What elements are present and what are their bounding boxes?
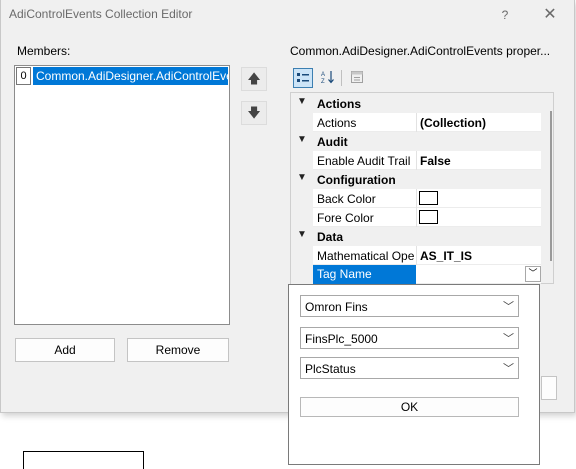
- ok-button[interactable]: OK: [300, 397, 519, 417]
- add-button[interactable]: Add: [15, 338, 115, 362]
- property-row-tag-name[interactable]: Tag Name ﹀: [291, 265, 541, 284]
- property-grid: ▼ Actions Actions (Collection) ▼ Audit E…: [290, 92, 554, 284]
- chevron-down-icon: ﹀: [503, 301, 514, 313]
- color-swatch[interactable]: [419, 210, 438, 224]
- remove-button[interactable]: Remove: [127, 338, 229, 362]
- close-icon[interactable]: ✕: [536, 4, 564, 26]
- property-row-back-color[interactable]: Back Color: [291, 189, 541, 208]
- title-bar: AdiControlEvents Collection Editor ? ✕: [1, 0, 574, 30]
- categorized-icon[interactable]: [293, 68, 313, 88]
- members-label: Members:: [17, 44, 71, 58]
- category-name: Audit: [317, 135, 348, 149]
- category-configuration[interactable]: ▼ Configuration: [291, 170, 541, 189]
- chevron-down-icon: ﹀: [503, 363, 514, 375]
- property-name: Tag Name: [313, 265, 416, 284]
- property-name: Fore Color: [317, 211, 374, 225]
- property-value[interactable]: AS_IT_IS: [420, 249, 472, 263]
- collapse-chevron-icon[interactable]: ▼: [297, 229, 309, 240]
- category-name: Actions: [317, 97, 362, 111]
- move-down-button[interactable]: 🡇: [241, 101, 267, 125]
- device-select[interactable]: FinsPlc_5000 ﹀: [300, 327, 519, 349]
- category-data[interactable]: ▼ Data: [291, 227, 541, 246]
- svg-text:A: A: [321, 72, 325, 78]
- chevron-down-icon[interactable]: ﹀: [525, 266, 541, 282]
- window-title: AdiControlEvents Collection Editor: [9, 7, 193, 21]
- arrow-down-icon: 🡇: [247, 105, 261, 120]
- device-select-value: FinsPlc_5000: [305, 332, 378, 346]
- alphabetical-icon[interactable]: A Z: [318, 68, 338, 88]
- property-row-fore-color[interactable]: Fore Color: [291, 208, 541, 227]
- svg-text:Z: Z: [321, 79, 325, 85]
- properties-label: Common.AdiDesigner.AdiControlEvents prop…: [290, 44, 551, 58]
- property-value[interactable]: False: [420, 154, 451, 168]
- dialog-ok-button[interactable]: [541, 376, 557, 400]
- move-up-button[interactable]: 🡅: [241, 67, 267, 91]
- background-control: [23, 451, 144, 469]
- driver-select[interactable]: Omron Fins ﹀: [300, 295, 519, 317]
- chevron-down-icon: ﹀: [503, 333, 514, 345]
- category-actions[interactable]: ▼ Actions: [291, 94, 541, 113]
- property-name: Enable Audit Trail: [317, 154, 411, 168]
- property-row-actions[interactable]: Actions (Collection): [291, 113, 541, 132]
- property-name: Back Color: [317, 192, 376, 206]
- tag-select[interactable]: PlcStatus ﹀: [300, 357, 519, 379]
- help-icon[interactable]: ?: [491, 4, 519, 26]
- property-value[interactable]: (Collection): [420, 116, 486, 130]
- arrow-up-icon: 🡅: [247, 71, 261, 86]
- toolbar-separator: [341, 70, 342, 86]
- property-name: Actions: [317, 116, 357, 130]
- category-audit[interactable]: ▼ Audit: [291, 132, 541, 151]
- collapse-chevron-icon[interactable]: ▼: [297, 172, 309, 183]
- tag-select-value: PlcStatus: [305, 362, 356, 376]
- list-item[interactable]: 0 Common.AdiDesigner.AdiControlEvents: [16, 67, 228, 85]
- tag-picker-popup: Omron Fins ﹀ FinsPlc_5000 ﹀ PlcStatus ﹀ …: [288, 284, 540, 465]
- property-row-enable-audit-trail[interactable]: Enable Audit Trail False: [291, 151, 541, 170]
- collapse-chevron-icon[interactable]: ▼: [297, 96, 309, 107]
- driver-select-value: Omron Fins: [305, 300, 368, 314]
- collapse-chevron-icon[interactable]: ▼: [297, 134, 309, 145]
- property-pages-icon: [347, 68, 367, 88]
- members-list[interactable]: 0 Common.AdiDesigner.AdiControlEvents: [14, 65, 230, 325]
- vertical-scrollbar[interactable]: [550, 111, 552, 261]
- category-name: Configuration: [317, 173, 396, 187]
- member-index: 0: [16, 67, 31, 85]
- property-row-mathematical-operation[interactable]: Mathematical Ope AS_IT_IS: [291, 246, 541, 265]
- category-name: Data: [317, 230, 344, 244]
- property-name: Mathematical Ope: [317, 249, 415, 263]
- member-text: Common.AdiDesigner.AdiControlEvents: [33, 67, 228, 85]
- color-swatch[interactable]: [419, 191, 438, 205]
